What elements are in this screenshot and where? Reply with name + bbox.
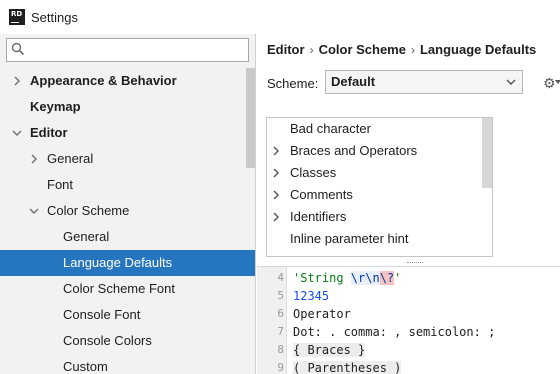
category-item-label: Bad character (290, 121, 371, 136)
sidebar-scrollbar[interactable] (245, 68, 255, 374)
chevron-down-icon[interactable] (29, 206, 39, 216)
sidebar-item-font[interactable]: Font (0, 172, 255, 198)
sidebar-item-color-scheme[interactable]: Color Scheme (0, 198, 255, 224)
sidebar-item-label: General (47, 151, 94, 166)
sidebar-item-label: Editor (30, 125, 68, 140)
code-token: Dot: . comma: , semicolon: ; (293, 325, 496, 339)
scheme-row: Scheme: Default ⚙ (267, 70, 560, 96)
breadcrumb-item-language-defaults: Language Defaults (419, 42, 537, 57)
settings-sidebar: Appearance & Behavior Keymap Editor General… (0, 34, 256, 374)
app-icon-text: RD (11, 10, 23, 18)
breadcrumb-separator: › (309, 42, 314, 57)
sidebar-scroll-thumb[interactable] (246, 68, 255, 168)
code-token: \? (379, 271, 395, 285)
chevron-down-icon[interactable] (12, 128, 22, 138)
chevron-right-icon[interactable] (271, 168, 281, 178)
sidebar-item-label: Console Colors (63, 333, 152, 348)
sidebar-item-label: Keymap (30, 99, 81, 114)
scheme-label: Scheme: (267, 75, 319, 91)
sidebar-item-editor[interactable]: Editor (0, 120, 255, 146)
chevron-right-icon[interactable] (29, 154, 39, 164)
chevron-right-icon[interactable] (12, 76, 22, 86)
search-icon (11, 42, 25, 56)
category-item-identifiers[interactable]: Identifiers (267, 206, 492, 228)
breadcrumb-separator: › (410, 42, 415, 57)
chevron-right-icon[interactable] (271, 146, 281, 156)
category-item-label: Identifiers (290, 209, 347, 224)
sidebar-item-label: Color Scheme Font (63, 281, 175, 296)
settings-tree: Appearance & Behavior Keymap Editor General… (0, 68, 255, 374)
category-item-braces-and-operators[interactable]: Braces and Operators (267, 140, 492, 162)
gear-icon[interactable]: ⚙ (543, 75, 556, 92)
code-token: 'String (293, 271, 351, 285)
settings-search[interactable] (6, 38, 249, 62)
breadcrumb-item-editor: Editor (267, 42, 305, 57)
settings-content: Editor › Color Scheme › Language Default… (257, 34, 560, 374)
preview-code: { Braces } (293, 341, 366, 359)
sidebar-item-label: Language Defaults (63, 255, 173, 270)
category-item-classes[interactable]: Classes (267, 162, 492, 184)
category-item-bad-character[interactable]: Bad character (267, 118, 492, 140)
title-bar: RD Settings (0, 0, 560, 34)
rider-app-icon: RD (9, 9, 25, 25)
preview-code: Operator (293, 305, 351, 323)
category-item-comments[interactable]: Comments (267, 184, 492, 206)
sidebar-item-language-defaults[interactable]: Language Defaults (0, 250, 255, 276)
category-item-label: Inline parameter hint (290, 231, 409, 246)
category-item-label: Comments (290, 187, 353, 202)
code-token: \r (350, 271, 366, 285)
sidebar-item-label: Console Font (63, 307, 141, 322)
sidebar-item-general[interactable]: General (0, 224, 255, 250)
chevron-down-icon (506, 79, 516, 85)
line-number: 7 (277, 325, 284, 338)
category-list-scrollbar[interactable] (482, 118, 492, 188)
window-title: Settings (31, 9, 78, 25)
preview-code: ( Parentheses ) (293, 359, 402, 374)
code-token: \n (365, 271, 380, 285)
line-number: 5 (277, 289, 284, 302)
scheme-dropdown[interactable]: Default (325, 70, 523, 94)
code-token: Operator (293, 307, 351, 321)
breadcrumb-item-color-scheme: Color Scheme (318, 42, 406, 57)
color-category-list: Bad character Braces and Operators Classes… (266, 117, 493, 257)
preview-code: 12345 (293, 287, 329, 305)
sidebar-item-label: Font (47, 177, 74, 192)
line-number: 6 (277, 307, 284, 320)
sidebar-item-label: Appearance & Behavior (30, 73, 177, 88)
sidebar-item-general[interactable]: General (0, 146, 255, 172)
code-token: ( Parentheses ) (293, 361, 402, 374)
sidebar-item-appearance-behavior[interactable]: Appearance & Behavior (0, 68, 255, 94)
code-token: { Braces } (293, 343, 366, 357)
chevron-right-icon[interactable] (271, 212, 281, 222)
code-preview: 4 'String \r\n\?' 5 12345 6 Operator 7 Dot: . c… (257, 266, 560, 374)
sidebar-item-label: Color Scheme (47, 203, 130, 218)
sidebar-item-color-scheme-font[interactable]: Color Scheme Font (0, 276, 255, 302)
sidebar-item-label: Custom (63, 359, 108, 374)
preview-code: Dot: . comma: , semicolon: ; (293, 323, 495, 341)
sidebar-item-keymap[interactable]: Keymap (0, 94, 255, 120)
sidebar-item-console-font[interactable]: Console Font (0, 302, 255, 328)
category-item-label: Braces and Operators (290, 143, 418, 158)
preview-code: 'String \r\n\?' (293, 269, 401, 287)
line-number: 9 (277, 361, 284, 374)
code-token: ' (394, 271, 402, 285)
scheme-selected-value: Default (331, 74, 376, 89)
sidebar-item-label: General (63, 229, 110, 244)
sidebar-item-custom[interactable]: Custom (0, 354, 255, 374)
breadcrumb: Editor › Color Scheme › Language Default… (267, 42, 536, 57)
category-item-label: Classes (290, 165, 337, 180)
line-number: 4 (277, 271, 284, 284)
chevron-right-icon[interactable] (271, 190, 281, 200)
code-token: 12345 (293, 289, 330, 303)
search-input[interactable] (29, 41, 244, 59)
sidebar-item-console-colors[interactable]: Console Colors (0, 328, 255, 354)
line-number: 8 (277, 343, 284, 356)
dropdown-triangle-icon (555, 80, 560, 84)
category-item-inline-parameter-hint[interactable]: Inline parameter hint (267, 228, 492, 250)
